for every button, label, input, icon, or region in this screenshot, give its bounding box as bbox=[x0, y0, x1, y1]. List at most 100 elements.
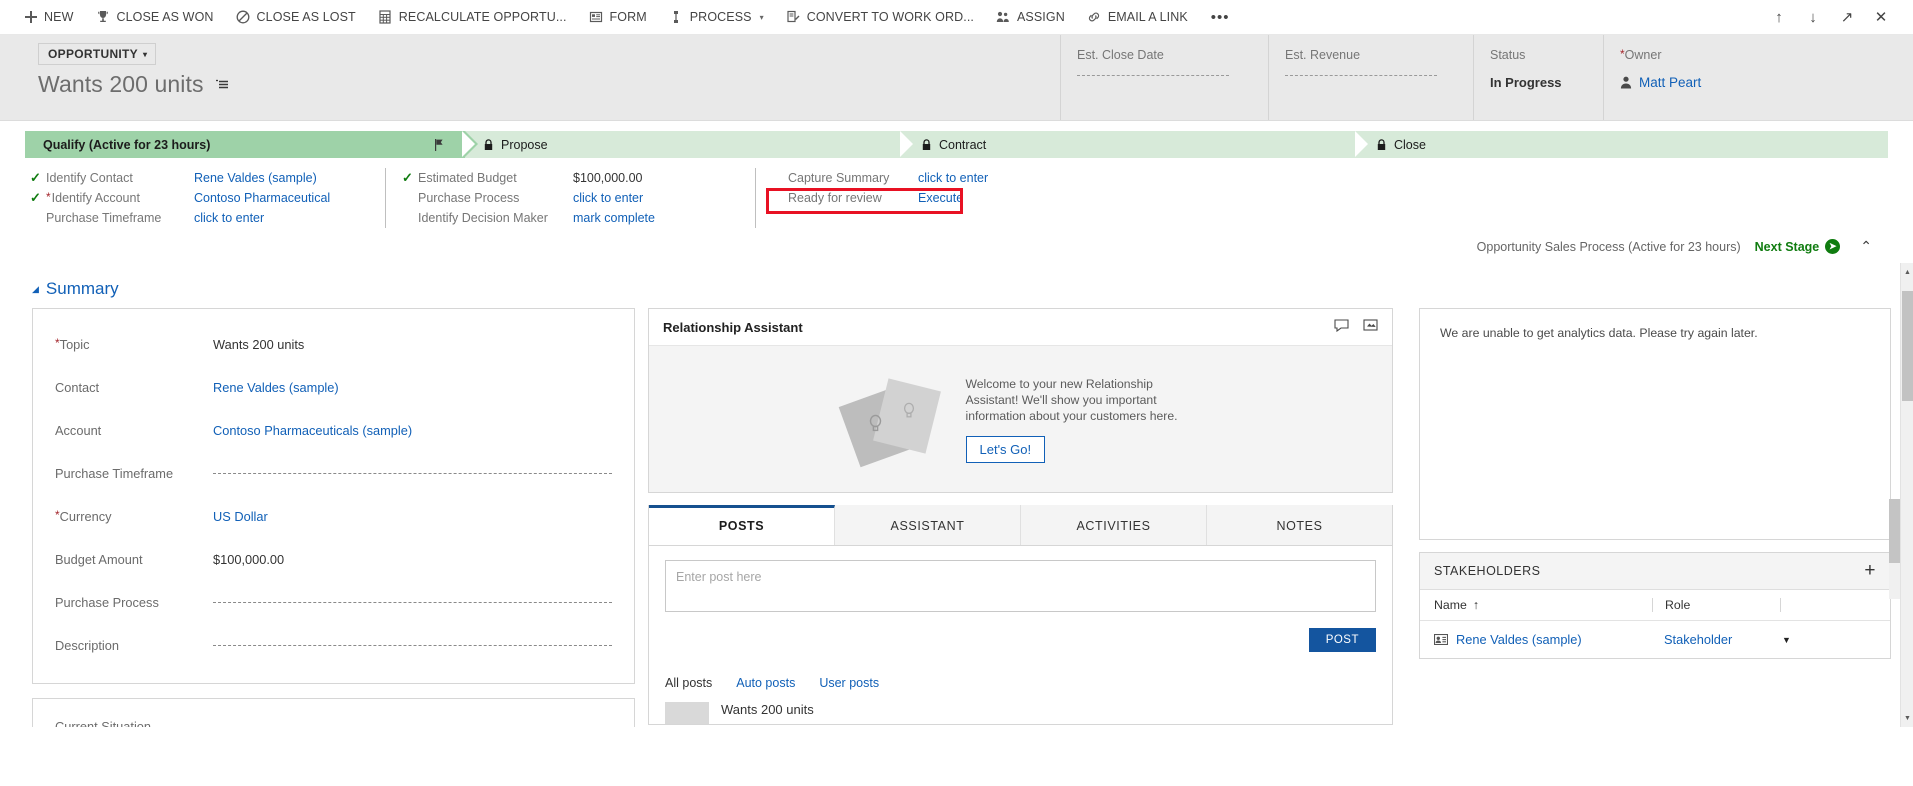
field-value-empty bbox=[213, 602, 612, 603]
lets-go-button[interactable]: Let's Go! bbox=[965, 435, 1046, 463]
field-label: *Topic bbox=[55, 337, 213, 352]
command-form[interactable]: FORM bbox=[578, 0, 658, 35]
field-row-currency[interactable]: *Currency US Dollar bbox=[55, 495, 612, 538]
assistant-welcome-text: Welcome to your new Relationship Assista… bbox=[965, 376, 1178, 423]
bpf-step-purchase-timeframe[interactable]: Purchase Timeframe click to enter bbox=[30, 208, 375, 228]
field-value[interactable]: Contoso Pharmaceuticals (sample) bbox=[213, 423, 612, 438]
command-recalculate-opportunity[interactable]: RECALCULATE OPPORTU... bbox=[367, 0, 578, 35]
command-close-as-lost[interactable]: CLOSE AS LOST bbox=[225, 0, 367, 35]
bpf-step-value[interactable]: click to enter bbox=[918, 171, 988, 185]
scroll-down-arrow-icon[interactable]: ▼ bbox=[1901, 711, 1913, 725]
bpf-stage-qualify[interactable]: Qualify (Active for 23 hours) bbox=[25, 131, 478, 158]
filter-auto-posts[interactable]: Auto posts bbox=[736, 676, 795, 690]
bpf-stage-propose[interactable]: Propose bbox=[465, 131, 916, 158]
bpf-stage-bar: Qualify (Active for 23 hours) Propose Co… bbox=[25, 131, 1888, 158]
refresh-card-icon[interactable] bbox=[1363, 319, 1378, 335]
command-process[interactable]: PROCESS ▾ bbox=[658, 0, 775, 35]
table-row[interactable]: Rene Valdes (sample) Stakeholder ▼ bbox=[1420, 621, 1890, 658]
previous-record-button[interactable]: ↑ bbox=[1763, 0, 1795, 35]
bpf-step-value[interactable]: click to enter bbox=[194, 211, 264, 225]
bpf-column-qualify: ✓ Identify Contact Rene Valdes (sample) … bbox=[25, 168, 375, 228]
contact-card-icon bbox=[1434, 634, 1448, 645]
bpf-step-value[interactable]: Rene Valdes (sample) bbox=[194, 171, 317, 185]
lightbulb-icon bbox=[868, 414, 883, 439]
field-value[interactable]: Rene Valdes (sample) bbox=[213, 380, 612, 395]
bpf-step-identify-account[interactable]: ✓ *Identify Account Contoso Pharmaceutic… bbox=[30, 188, 375, 208]
tab-assistant[interactable]: ASSISTANT bbox=[835, 505, 1021, 545]
field-row-contact[interactable]: Contact Rene Valdes (sample) bbox=[55, 366, 612, 409]
entity-type-selector[interactable]: OPPORTUNITY ▾ bbox=[38, 43, 157, 65]
add-stakeholder-button[interactable]: + bbox=[1864, 561, 1876, 580]
field-row-purchase-process[interactable]: Purchase Process bbox=[55, 581, 612, 624]
bpf-step-purchase-process[interactable]: Purchase Process click to enter bbox=[402, 188, 745, 208]
bpf-step-capture-summary[interactable]: Capture Summary click to enter bbox=[772, 168, 1075, 188]
relationship-assistant-header: Relationship Assistant bbox=[649, 309, 1392, 346]
bpf-step-value[interactable]: click to enter bbox=[573, 191, 643, 205]
bpf-step-value: $100,000.00 bbox=[573, 171, 643, 185]
bpf-stage-contract[interactable]: Contract bbox=[903, 131, 1371, 158]
header-field-owner[interactable]: *Owner Matt Peart bbox=[1603, 35, 1803, 120]
tab-activities[interactable]: ACTIVITIES bbox=[1021, 505, 1207, 545]
next-stage-button[interactable]: Next Stage ➤ bbox=[1755, 239, 1841, 254]
command-close-as-won[interactable]: CLOSE AS WON bbox=[84, 0, 224, 35]
field-row-budget-amount[interactable]: Budget Amount $100,000.00 bbox=[55, 538, 612, 581]
close-button[interactable]: ✕ bbox=[1865, 0, 1897, 35]
field-row-description[interactable]: Description bbox=[55, 624, 612, 667]
bpf-stage-close[interactable]: Close bbox=[1358, 131, 1888, 158]
field-value[interactable]: US Dollar bbox=[213, 509, 612, 524]
header-field-label: *Owner bbox=[1620, 48, 1803, 62]
filter-user-posts[interactable]: User posts bbox=[819, 676, 879, 690]
header-fields: Est. Close Date Est. Revenue Status In P… bbox=[1060, 35, 1913, 120]
stakeholder-name-link[interactable]: Rene Valdes (sample) bbox=[1456, 632, 1582, 647]
post-button[interactable]: POST bbox=[1308, 628, 1376, 652]
empty-value-dashes bbox=[213, 473, 612, 474]
command-new[interactable]: NEW bbox=[12, 0, 84, 35]
social-column: Relationship Assistant Welcome to your n… bbox=[648, 308, 1393, 727]
page-scrollbar[interactable]: ▲ ▼ bbox=[1900, 263, 1913, 727]
bpf-column-propose: ✓ Estimated Budget $100,000.00 Purchase … bbox=[385, 168, 745, 228]
column-header-role[interactable]: Role bbox=[1652, 598, 1780, 612]
comment-icon[interactable] bbox=[1334, 319, 1349, 335]
inner-scrollbar-thumb[interactable] bbox=[1889, 499, 1900, 563]
column-header-name[interactable]: Name ↑ bbox=[1420, 598, 1652, 612]
command-convert-to-work-order[interactable]: CONVERT TO WORK ORD... bbox=[775, 0, 985, 35]
command-assign[interactable]: ASSIGN bbox=[985, 0, 1076, 35]
page-scrollbar-thumb[interactable] bbox=[1902, 291, 1913, 401]
empty-value-dashes bbox=[213, 645, 612, 646]
command-overflow-button[interactable]: ••• bbox=[1199, 0, 1242, 35]
bpf-step-identify-contact[interactable]: ✓ Identify Contact Rene Valdes (sample) bbox=[30, 168, 375, 188]
section-header-summary[interactable]: ◢ Summary bbox=[0, 263, 1913, 308]
stakeholder-role-link[interactable]: Stakeholder bbox=[1652, 632, 1780, 647]
chevron-down-icon: ▾ bbox=[759, 12, 764, 22]
collapse-process-chevron-icon[interactable]: ⌃ bbox=[1854, 238, 1878, 255]
relationship-assistant-welcome: Welcome to your new Relationship Assista… bbox=[649, 346, 1392, 492]
field-label-text: Topic bbox=[59, 337, 90, 352]
bpf-step-ready-for-review[interactable]: Ready for review Execute bbox=[772, 188, 1075, 208]
field-row-purchase-timeframe[interactable]: Purchase Timeframe bbox=[55, 452, 612, 495]
field-row-account[interactable]: Account Contoso Pharmaceuticals (sample) bbox=[55, 409, 612, 452]
header-field-est-revenue[interactable]: Est. Revenue bbox=[1268, 35, 1473, 120]
bpf-step-value[interactable]: mark complete bbox=[573, 211, 655, 225]
inner-scrollbar[interactable] bbox=[1889, 499, 1900, 599]
filter-all-posts[interactable]: All posts bbox=[665, 676, 712, 690]
field-label: Purchase Timeframe bbox=[55, 466, 174, 481]
link-icon bbox=[1087, 10, 1102, 25]
bpf-step-identify-decision-maker[interactable]: Identify Decision Maker mark complete bbox=[402, 208, 745, 228]
field-row-topic[interactable]: *Topic Wants 200 units bbox=[55, 323, 612, 366]
next-record-button[interactable]: ↓ bbox=[1797, 0, 1829, 35]
check-icon: ✓ bbox=[30, 190, 41, 205]
bpf-step-estimated-budget[interactable]: ✓ Estimated Budget $100,000.00 bbox=[402, 168, 745, 188]
bpf-step-value[interactable]: Contoso Pharmaceutical bbox=[194, 191, 330, 205]
tab-posts[interactable]: POSTS bbox=[649, 505, 835, 545]
tab-notes[interactable]: NOTES bbox=[1207, 505, 1392, 545]
bpf-step-execute-action[interactable]: Execute bbox=[918, 191, 963, 205]
command-email-a-link[interactable]: EMAIL A LINK bbox=[1076, 0, 1199, 35]
scroll-up-arrow-icon[interactable]: ▲ bbox=[1901, 265, 1913, 279]
owner-link[interactable]: Matt Peart bbox=[1639, 75, 1701, 90]
header-field-est-close-date[interactable]: Est. Close Date bbox=[1060, 35, 1268, 120]
popout-button[interactable]: ↗ bbox=[1831, 0, 1863, 35]
title-menu-icon[interactable] bbox=[215, 77, 230, 92]
row-context-menu-icon[interactable]: ▼ bbox=[1780, 635, 1890, 645]
stakeholders-title: STAKEHOLDERS bbox=[1434, 564, 1541, 578]
post-input[interactable] bbox=[665, 560, 1376, 612]
